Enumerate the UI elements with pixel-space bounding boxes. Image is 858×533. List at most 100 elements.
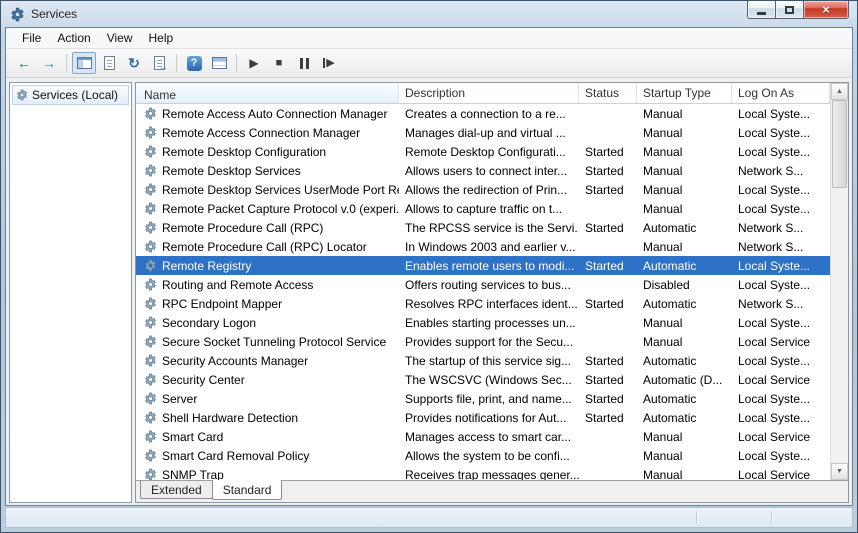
scroll-up-button[interactable]: ▲ [831,83,848,100]
table-row[interactable]: SNMP Trap Receives trap messages gener..… [136,465,830,480]
scrollbar-thumb[interactable] [832,100,847,188]
menu-help[interactable]: Help [141,29,182,47]
table-row[interactable]: Remote Access Connection Manager Manages… [136,123,830,142]
show-console-tree-button[interactable] [72,52,96,74]
table-row[interactable]: Remote Access Auto Connection Manager Cr… [136,104,830,123]
export-list-button[interactable]: → [147,52,171,74]
menu-bar: File Action View Help [6,28,852,49]
start-service-icon: ▶ [249,57,258,69]
statusbar-separator [696,511,697,524]
close-button[interactable]: × [804,1,849,19]
service-log-on-as: Network S... [732,297,830,311]
service-name: Remote Access Auto Connection Manager [162,107,387,121]
table-row[interactable]: Security Accounts Manager The startup of… [136,351,830,370]
service-startup-type: Manual [637,335,732,349]
column-header-description[interactable]: Description [399,83,579,103]
help-button[interactable]: ? [182,52,206,74]
tab-extended[interactable]: Extended [140,481,213,499]
column-header-log-on-as[interactable]: Log On As [732,83,830,103]
table-row[interactable]: Shell Hardware Detection Provides notifi… [136,408,830,427]
list-view-icon [212,57,227,69]
service-name: Security Center [162,373,245,387]
service-gear-icon [144,126,157,139]
service-name: Remote Procedure Call (RPC) [162,221,323,235]
vertical-scrollbar[interactable]: ▲ ▼ [830,83,848,480]
minimize-button[interactable] [747,1,776,19]
start-service-button[interactable]: ▶ [242,52,266,74]
service-gear-icon [144,468,157,480]
service-log-on-as: Local Syste... [732,411,830,425]
service-gear-icon [144,392,157,405]
column-header-status[interactable]: Status [579,83,637,103]
service-description: Manages dial-up and virtual ... [399,126,579,140]
tab-standard[interactable]: Standard [212,480,283,500]
view-options-button[interactable] [207,52,231,74]
table-row[interactable]: RPC Endpoint Mapper Resolves RPC interfa… [136,294,830,313]
table-row[interactable]: Secondary Logon Enables starting process… [136,313,830,332]
menu-view[interactable]: View [99,29,141,47]
service-description: Supports file, print, and name... [399,392,579,406]
service-name: Smart Card Removal Policy [162,449,309,463]
service-name: Server [162,392,197,406]
table-row[interactable]: Security Center The WSCSVC (Windows Sec.… [136,370,830,389]
service-list: Remote Access Auto Connection Manager Cr… [136,104,830,480]
column-header-startup-type[interactable]: Startup Type [637,83,732,103]
service-gear-icon [144,259,157,272]
column-header-name[interactable]: Name [136,83,399,103]
refresh-icon: ↻ [128,56,140,70]
properties-button[interactable] [97,52,121,74]
stop-service-button[interactable]: ■ [267,52,291,74]
menu-action[interactable]: Action [49,29,98,47]
service-startup-type: Automatic [637,221,732,235]
service-status: Started [579,373,637,387]
table-header: Name Description Status Startup Type Log… [136,83,830,104]
service-name: Remote Desktop Services [162,164,301,178]
forward-button[interactable]: → [37,52,61,74]
service-gear-icon [144,297,157,310]
service-gear-icon [144,430,157,443]
table-row[interactable]: Secure Socket Tunneling Protocol Service… [136,332,830,351]
service-name: Security Accounts Manager [162,354,308,368]
table-row[interactable]: Remote Desktop Configuration Remote Desk… [136,142,830,161]
table-row[interactable]: Remote Procedure Call (RPC) The RPCSS se… [136,218,830,237]
service-log-on-as: Network S... [732,164,830,178]
table-row[interactable]: Routing and Remote Access Offers routing… [136,275,830,294]
table-row[interactable]: Smart Card Manages access to smart car..… [136,427,830,446]
service-status: Started [579,259,637,273]
service-gear-icon [144,164,157,177]
help-icon: ? [187,56,202,71]
toolbar-separator [66,54,67,72]
service-description: Allows to capture traffic on t... [399,202,579,216]
table-row[interactable]: Remote Procedure Call (RPC) Locator In W… [136,237,830,256]
scroll-down-button[interactable]: ▼ [831,463,848,480]
service-startup-type: Manual [637,145,732,159]
service-gear-icon [144,240,157,253]
service-name: Shell Hardware Detection [162,411,298,425]
service-name: RPC Endpoint Mapper [162,297,282,311]
pause-service-button[interactable] [292,52,316,74]
window-title: Services [31,7,77,21]
service-startup-type: Automatic [637,259,732,273]
scrollbar-track[interactable] [831,188,848,463]
table-row[interactable]: Remote Registry Enables remote users to … [136,256,830,275]
console-tree-icon [77,57,92,69]
refresh-button[interactable]: ↻ [122,52,146,74]
table-row[interactable]: Server Supports file, print, and name...… [136,389,830,408]
window-controls: × [747,1,849,19]
sidebar-item-services-local[interactable]: Services (Local) [12,85,129,105]
service-startup-type: Manual [637,240,732,254]
service-log-on-as: Local Syste... [732,145,830,159]
maximize-button[interactable] [776,1,804,19]
table-row[interactable]: Remote Desktop Services Allows users to … [136,161,830,180]
table-row[interactable]: Smart Card Removal Policy Allows the sys… [136,446,830,465]
service-gear-icon [144,278,157,291]
service-gear-icon [144,107,157,120]
service-status: Started [579,392,637,406]
table-row[interactable]: Remote Desktop Services UserMode Port Re… [136,180,830,199]
title-bar[interactable]: Services [1,1,857,27]
restart-service-button[interactable]: ▶ [317,52,341,74]
service-log-on-as: Local Syste... [732,316,830,330]
table-row[interactable]: Remote Packet Capture Protocol v.0 (expe… [136,199,830,218]
back-button[interactable]: ← [12,52,36,74]
menu-file[interactable]: File [14,29,49,47]
